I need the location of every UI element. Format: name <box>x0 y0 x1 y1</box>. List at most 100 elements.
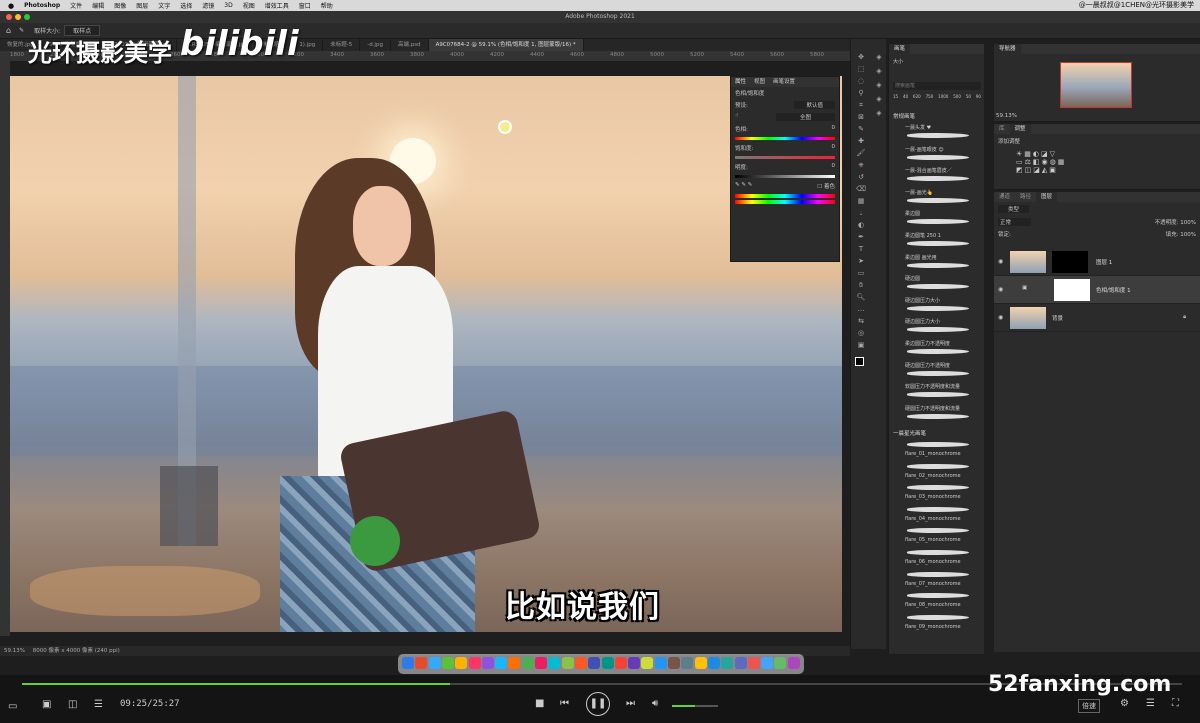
tab-properties[interactable]: 属性 <box>731 77 750 87</box>
tab-brushes[interactable]: 画笔 <box>889 44 911 54</box>
dock-app-icon[interactable] <box>574 657 587 669</box>
brush-item[interactable]: 一晨头发 ♥ <box>893 124 983 146</box>
stamp-tool-icon[interactable]: ⎈ <box>855 161 867 170</box>
menu-plugins[interactable]: 增效工具 <box>265 1 289 10</box>
preset-select[interactable]: 默认值 <box>794 101 835 109</box>
dock-app-icon[interactable] <box>428 657 441 669</box>
dock-app-icon[interactable] <box>521 657 534 669</box>
menu-edit[interactable]: 编辑 <box>92 1 104 10</box>
fullscreen-icon[interactable]: ⛶ <box>1172 698 1179 709</box>
crop-tool-icon[interactable]: ⌗ <box>855 101 867 110</box>
dock-app-icon[interactable] <box>668 657 680 669</box>
tab-document[interactable]: 高端.psd <box>391 39 429 51</box>
layer-row[interactable]: ◉ 图层 1 <box>994 248 1200 276</box>
playback-speed-button[interactable]: 倍速 <box>1078 699 1100 713</box>
tab-libraries[interactable]: 库 <box>994 124 1010 134</box>
gradients-panel-icon[interactable]: ◈ <box>873 81 885 90</box>
frame-tool-icon[interactable]: ⊠ <box>855 113 867 122</box>
brush-item[interactable]: 硬圆压力不透明度和流量 <box>893 405 983 427</box>
dock-app-icon[interactable] <box>402 657 414 669</box>
eraser-tool-icon[interactable]: ⌫ <box>855 185 867 194</box>
volume-icon[interactable]: 🔊︎ <box>652 698 658 709</box>
brush-item[interactable]: 一晨-画笔眼皮 😊 <box>893 146 983 168</box>
pen-tool-icon[interactable]: ✒ <box>855 233 867 242</box>
menu-window[interactable]: 窗口 <box>299 1 311 10</box>
eyedropper-tool-icon[interactable]: ✎ <box>19 27 24 34</box>
eye-icon[interactable]: ◉ <box>998 286 1003 293</box>
list-icon[interactable]: ☰ <box>94 699 103 710</box>
comment-icon[interactable]: ◫ <box>68 699 77 710</box>
minimize-window-button[interactable] <box>15 14 21 20</box>
dock-app-icon[interactable] <box>415 657 428 669</box>
dock-app-icon[interactable] <box>761 657 774 669</box>
brush-item[interactable]: flare_03_monochrome <box>893 483 983 505</box>
dock-app-icon[interactable] <box>747 657 760 669</box>
brush-group-2[interactable]: 一晨星光画笔 <box>893 429 926 437</box>
quick-mask-tool-icon[interactable]: ◎ <box>855 329 867 338</box>
brush-preset[interactable]: 620 <box>913 94 921 108</box>
swap-colors-tool-icon[interactable]: ⇆ <box>855 317 867 326</box>
dock-app-icon[interactable] <box>787 657 800 669</box>
healing-tool-icon[interactable]: ✚ <box>855 137 867 146</box>
lightness-slider[interactable] <box>735 175 835 178</box>
foreground-color-swatch[interactable] <box>855 357 864 366</box>
eye-icon[interactable]: ◉ <box>998 258 1003 265</box>
rectangle-tool-icon[interactable]: ▭ <box>855 269 867 278</box>
apple-icon[interactable]: ● <box>8 2 14 10</box>
next-button[interactable]: ⏭ <box>626 698 635 709</box>
menu-help[interactable]: 帮助 <box>321 1 333 10</box>
menu-3d[interactable]: 3D <box>224 2 232 9</box>
brush-item[interactable]: 一晨-混合画笔眉皮／ <box>893 167 983 189</box>
tab-document[interactable]: -d.jpg <box>360 39 391 51</box>
dock-app-icon[interactable] <box>468 657 481 669</box>
brush-item[interactable]: flare_07_monochrome <box>893 570 983 592</box>
saturation-value[interactable]: 0 <box>832 144 836 152</box>
channel-select[interactable]: 全图 <box>775 113 835 121</box>
menu-view[interactable]: 视图 <box>243 1 255 10</box>
dock-app-icon[interactable] <box>654 657 667 669</box>
dock-app-icon[interactable] <box>441 657 454 669</box>
brush-item[interactable]: 硬边圆压力不透明度 <box>893 362 983 384</box>
layer-mask-thumbnail[interactable] <box>1052 251 1088 273</box>
hue-value[interactable]: 0 <box>832 125 836 133</box>
dock-app-icon[interactable] <box>588 657 601 669</box>
home-icon[interactable]: ⌂ <box>6 26 11 35</box>
brush-item[interactable]: 一晨-画光👆 <box>893 189 983 211</box>
fill-input[interactable]: 100% <box>1180 232 1196 238</box>
dock-app-icon[interactable] <box>481 657 494 669</box>
hand-icon[interactable]: ☝ <box>735 113 738 121</box>
dock-app-icon[interactable] <box>561 657 574 669</box>
brush-item[interactable]: flare_01_monochrome <box>893 440 983 462</box>
screenshot-icon[interactable]: ▭ <box>8 701 17 712</box>
layer-filter-select[interactable]: 类型 <box>998 205 1030 213</box>
lightness-value[interactable]: 0 <box>832 163 836 171</box>
screen-mode-tool-icon[interactable]: ▣ <box>855 341 867 350</box>
document-canvas[interactable] <box>10 76 842 632</box>
brush-preset[interactable]: 50 <box>966 94 971 108</box>
eyedropper-tool-icon[interactable]: ✎ <box>855 125 867 134</box>
layer-row-selected[interactable]: ◉ ▣ 色相/饱和度 1 <box>994 276 1200 304</box>
lasso-tool-icon[interactable]: ◌ <box>855 77 867 86</box>
saturation-slider[interactable] <box>735 156 835 159</box>
tab-navigator[interactable]: 导航器 <box>994 44 1021 54</box>
dock-app-icon[interactable] <box>601 657 614 669</box>
color-panel-icon[interactable]: ◈ <box>873 67 885 76</box>
brush-item[interactable]: 硬边圆 <box>893 275 983 297</box>
brush-tool-icon[interactable]: 🖌︎ <box>855 149 867 158</box>
dock-app-icon[interactable] <box>495 657 508 669</box>
brush-preset[interactable]: 90 <box>976 94 981 108</box>
brush-item[interactable]: 硬边圆压力大小 <box>893 297 983 319</box>
brush-item[interactable]: 柔边圆压力不透明度 <box>893 340 983 362</box>
dock-app-icon[interactable] <box>721 657 734 669</box>
dock-app-icon[interactable] <box>535 657 547 669</box>
shapes-panel-icon[interactable]: ◈ <box>873 109 885 118</box>
tab-document[interactable]: 未标题-5 <box>323 39 361 51</box>
layer-name[interactable]: 背景 <box>1052 314 1063 322</box>
dock-app-icon[interactable] <box>508 657 521 669</box>
previous-button[interactable]: ⏮ <box>560 698 569 709</box>
more-tool-icon[interactable]: … <box>855 305 867 314</box>
brush-item[interactable]: flare_09_monochrome <box>893 613 983 635</box>
brush-preset[interactable]: 750 <box>926 94 934 108</box>
playlist-icon[interactable]: ☰ <box>1146 698 1155 709</box>
menu-filter[interactable]: 滤镜 <box>202 1 214 10</box>
